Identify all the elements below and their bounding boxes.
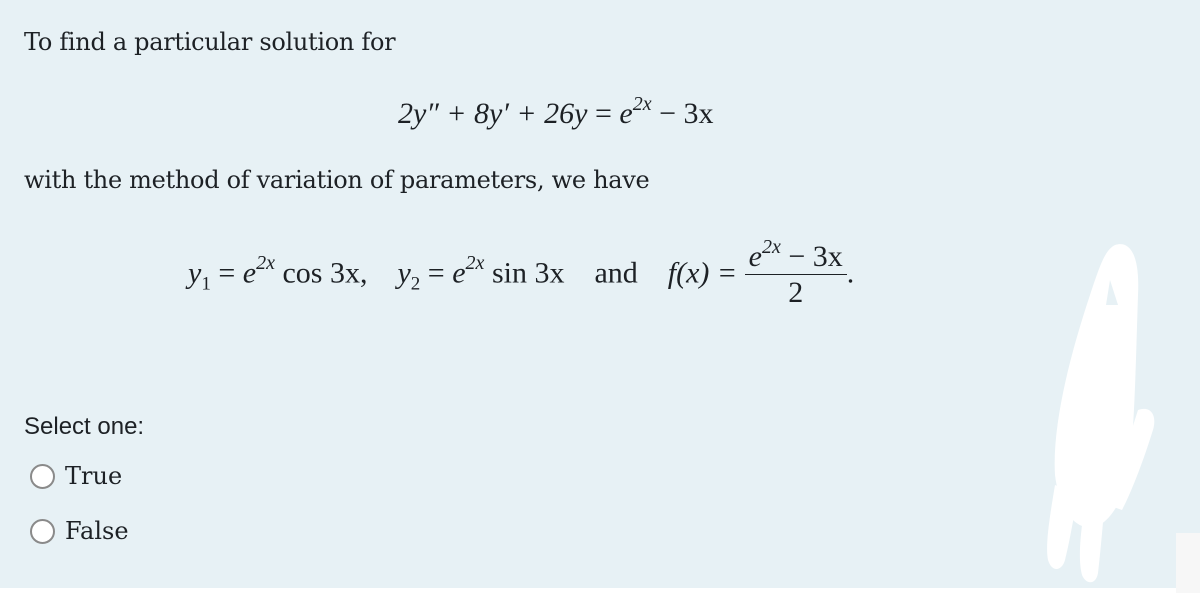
equation-rhs-exponent: 2x [632, 93, 652, 115]
equals-sign: = [595, 97, 620, 130]
y1-rest: cos 3x, [282, 256, 368, 290]
y1-exponent: 2x [256, 252, 275, 275]
differential-equation: 2y″ + 8y′ + 26y = e2x − 3x [398, 93, 714, 131]
corner-panel [1176, 533, 1200, 593]
equation-lhs: 2y″ + 8y′ + 26y [398, 97, 588, 130]
scribble-stroke-left-tail [1047, 485, 1078, 570]
y2-base: e [452, 256, 466, 290]
option-true-label[interactable]: True [65, 462, 122, 490]
f-denominator: 2 [788, 276, 804, 309]
y1-base: e [242, 256, 257, 290]
f-numerator: e2x − 3x [744, 232, 847, 275]
method-text: with the method of variation of paramete… [24, 166, 650, 194]
given-functions: y1 = e2x cos 3x, y2 = e2x sin 3x and f(x… [188, 236, 854, 315]
select-one-label: Select one: [24, 413, 145, 440]
scribble-stroke-center-tail [1079, 505, 1104, 583]
y1-label: y [188, 256, 202, 290]
conjunction: and [594, 256, 638, 290]
question-intro: To find a particular solution for [24, 28, 396, 56]
f-fraction: e2x − 3x 2 [744, 232, 847, 311]
option-false[interactable]: False [30, 517, 129, 545]
y2-label: y [397, 256, 411, 290]
equation-rhs-rest: − 3x [659, 97, 714, 130]
option-false-label[interactable]: False [65, 517, 129, 545]
f-label: f(x) = [667, 256, 738, 290]
radio-false[interactable] [30, 518, 55, 544]
y2-exponent: 2x [465, 252, 485, 275]
redaction-scribble [1047, 244, 1155, 583]
end-punctuation: . [846, 256, 855, 290]
y1-subscript: 1 [201, 273, 211, 295]
question-panel: To find a particular solution for 2y″ + … [0, 0, 1200, 588]
radio-true[interactable] [30, 463, 55, 489]
y2-rest: sin 3x [491, 256, 565, 290]
y2-subscript: 2 [410, 273, 421, 295]
equation-rhs-base: e [619, 97, 633, 130]
option-true[interactable]: True [30, 462, 122, 490]
